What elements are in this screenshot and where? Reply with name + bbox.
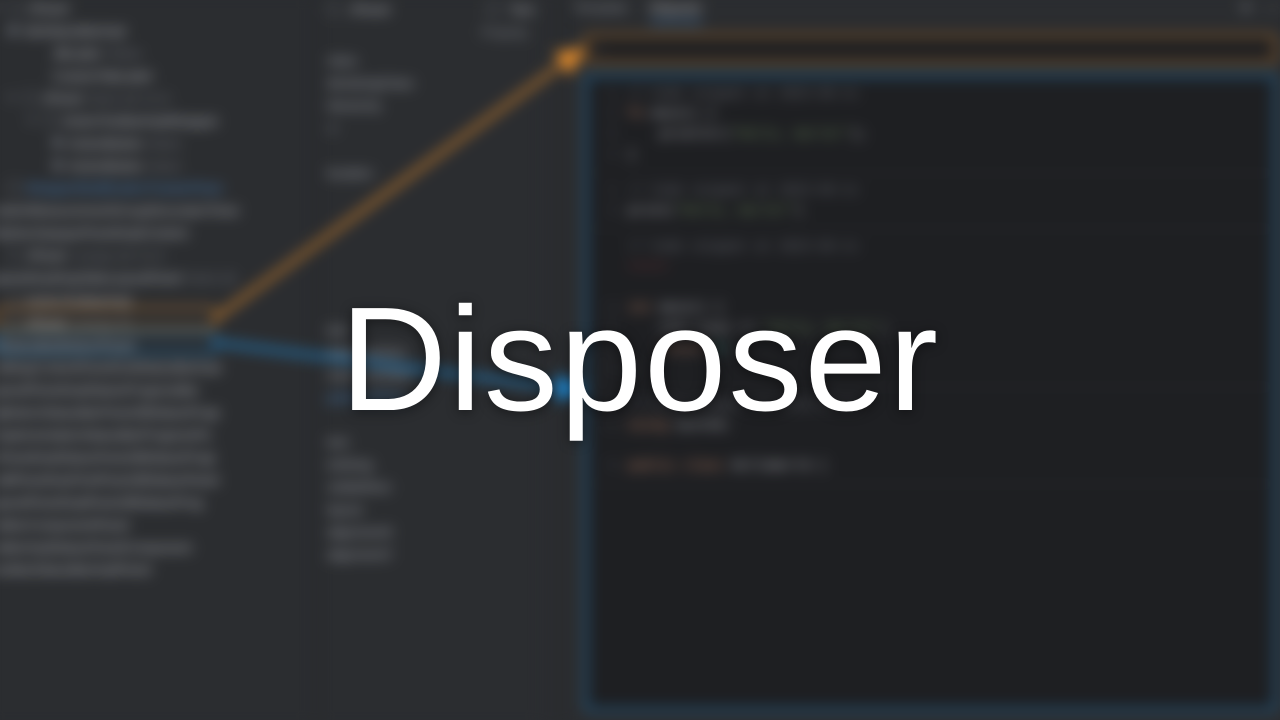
component-tree-panel: ▾JPanelIdeStatusBarImplJBLabel #falseCus… [0, 0, 314, 720]
tree-row[interactable]: ▾JPanel [0, 0, 307, 19]
property-row[interactable]: alignmentX [327, 521, 534, 543]
code-snippet[interactable]: 1// Code snippet at 2023-09-1x2print("He… [587, 173, 1274, 229]
tree-row[interactable]: JBLabel #false [0, 42, 307, 64]
tab-disposer[interactable]: Disposer [650, 0, 702, 23]
property-row[interactable] [327, 140, 534, 162]
tree-row[interactable]: JPanel orange @ 0,0,0 [0, 244, 307, 266]
property-row[interactable] [327, 207, 534, 229]
tree-row[interactable]: editingContentPanelGridStatusBarImpl [0, 356, 307, 378]
property-row[interactable] [327, 252, 534, 274]
tree-row[interactable]: jpanelAnythingTabsLayoutPanel black @ [0, 266, 307, 288]
property-row[interactable] [327, 588, 534, 610]
code-snippet[interactable]: 1// Code snippet at 2023-09-1x2fn main()… [587, 76, 1274, 173]
disposer-search-input[interactable]: ⌕ [585, 35, 1277, 64]
tree-selection-blue [0, 331, 216, 353]
tree-row[interactable]: IdeStatusBarImpl [0, 19, 307, 41]
property-row[interactable]: declaringClass [327, 72, 534, 94]
tool-tabs: Template Disposer ⚙ — [561, 0, 1280, 23]
tree-row[interactable]: sPanelImplStatusPanelJBStatusProgr [0, 446, 307, 468]
property-row[interactable]: toString [327, 454, 534, 476]
tree-row[interactable]: jpanelPanelImplStatusProgressBar [0, 378, 307, 400]
disposer-search-wrap: ⌕ [585, 35, 1277, 64]
property-row[interactable]: hierarchy [327, 95, 534, 117]
tree-row[interactable]: jpanelPanelImplPanelJBStatusProg [0, 491, 307, 513]
tab-template[interactable]: Template [574, 0, 628, 23]
search-icon: ⌕ [595, 41, 602, 57]
tree-row[interactable]: MyNonOpaquePanelImplContent [0, 221, 307, 243]
property-header-a: JPanel [349, 1, 390, 16]
tree-row[interactable]: gBottomStatusBarPanelJBStatusProgr [0, 401, 307, 423]
tree-row[interactable]: editPanelImplToolPanelJBStatusPanel [0, 468, 307, 490]
tree-row[interactable]: editorComponentPanel [0, 513, 307, 535]
property-subheader: Property [327, 25, 528, 39]
tree-row[interactable]: ▾ActionToolbarImplWrapper [0, 109, 307, 131]
tree-row[interactable]: implementationStatusBarProgressPa [0, 423, 307, 445]
tree-row[interactable]: editorImplStatusPanelComponent [0, 535, 307, 557]
property-row[interactable] [327, 229, 534, 251]
property-row[interactable]: location [327, 162, 534, 184]
property-header: JPanel Text [327, 0, 534, 21]
tree-row[interactable]: ▾JPanel black @ 0,0,0 [0, 87, 307, 109]
property-row[interactable] [327, 566, 534, 588]
property-row[interactable]: id [327, 117, 534, 139]
tree-row[interactable]: ActionButton black [0, 154, 307, 176]
overlay-title: Disposer [340, 275, 940, 445]
tree-row[interactable]: WrapperModificationTrackerPane [0, 176, 307, 198]
property-row[interactable]: alignmentY [327, 544, 534, 566]
minimize-icon[interactable]: — [1264, 0, 1280, 16]
property-row[interactable]: visibleRect [327, 476, 534, 498]
tree-row[interactable]: ActionButton black [0, 132, 307, 154]
tree-row[interactable]: switchMeasurementGroupDecoratorTimer [0, 199, 307, 221]
tree-row[interactable]: toolbarStatusBarImplPanel [0, 558, 307, 580]
property-row[interactable] [327, 185, 534, 207]
property-row[interactable]: layout [327, 499, 534, 521]
property-header-b: Text [510, 1, 534, 16]
gear-icon[interactable]: ⚙ [1238, 0, 1254, 16]
property-row[interactable]: class [327, 50, 534, 72]
tree-selection-orange [0, 307, 216, 329]
tree-row[interactable]: CustomTabLabel [0, 64, 307, 86]
